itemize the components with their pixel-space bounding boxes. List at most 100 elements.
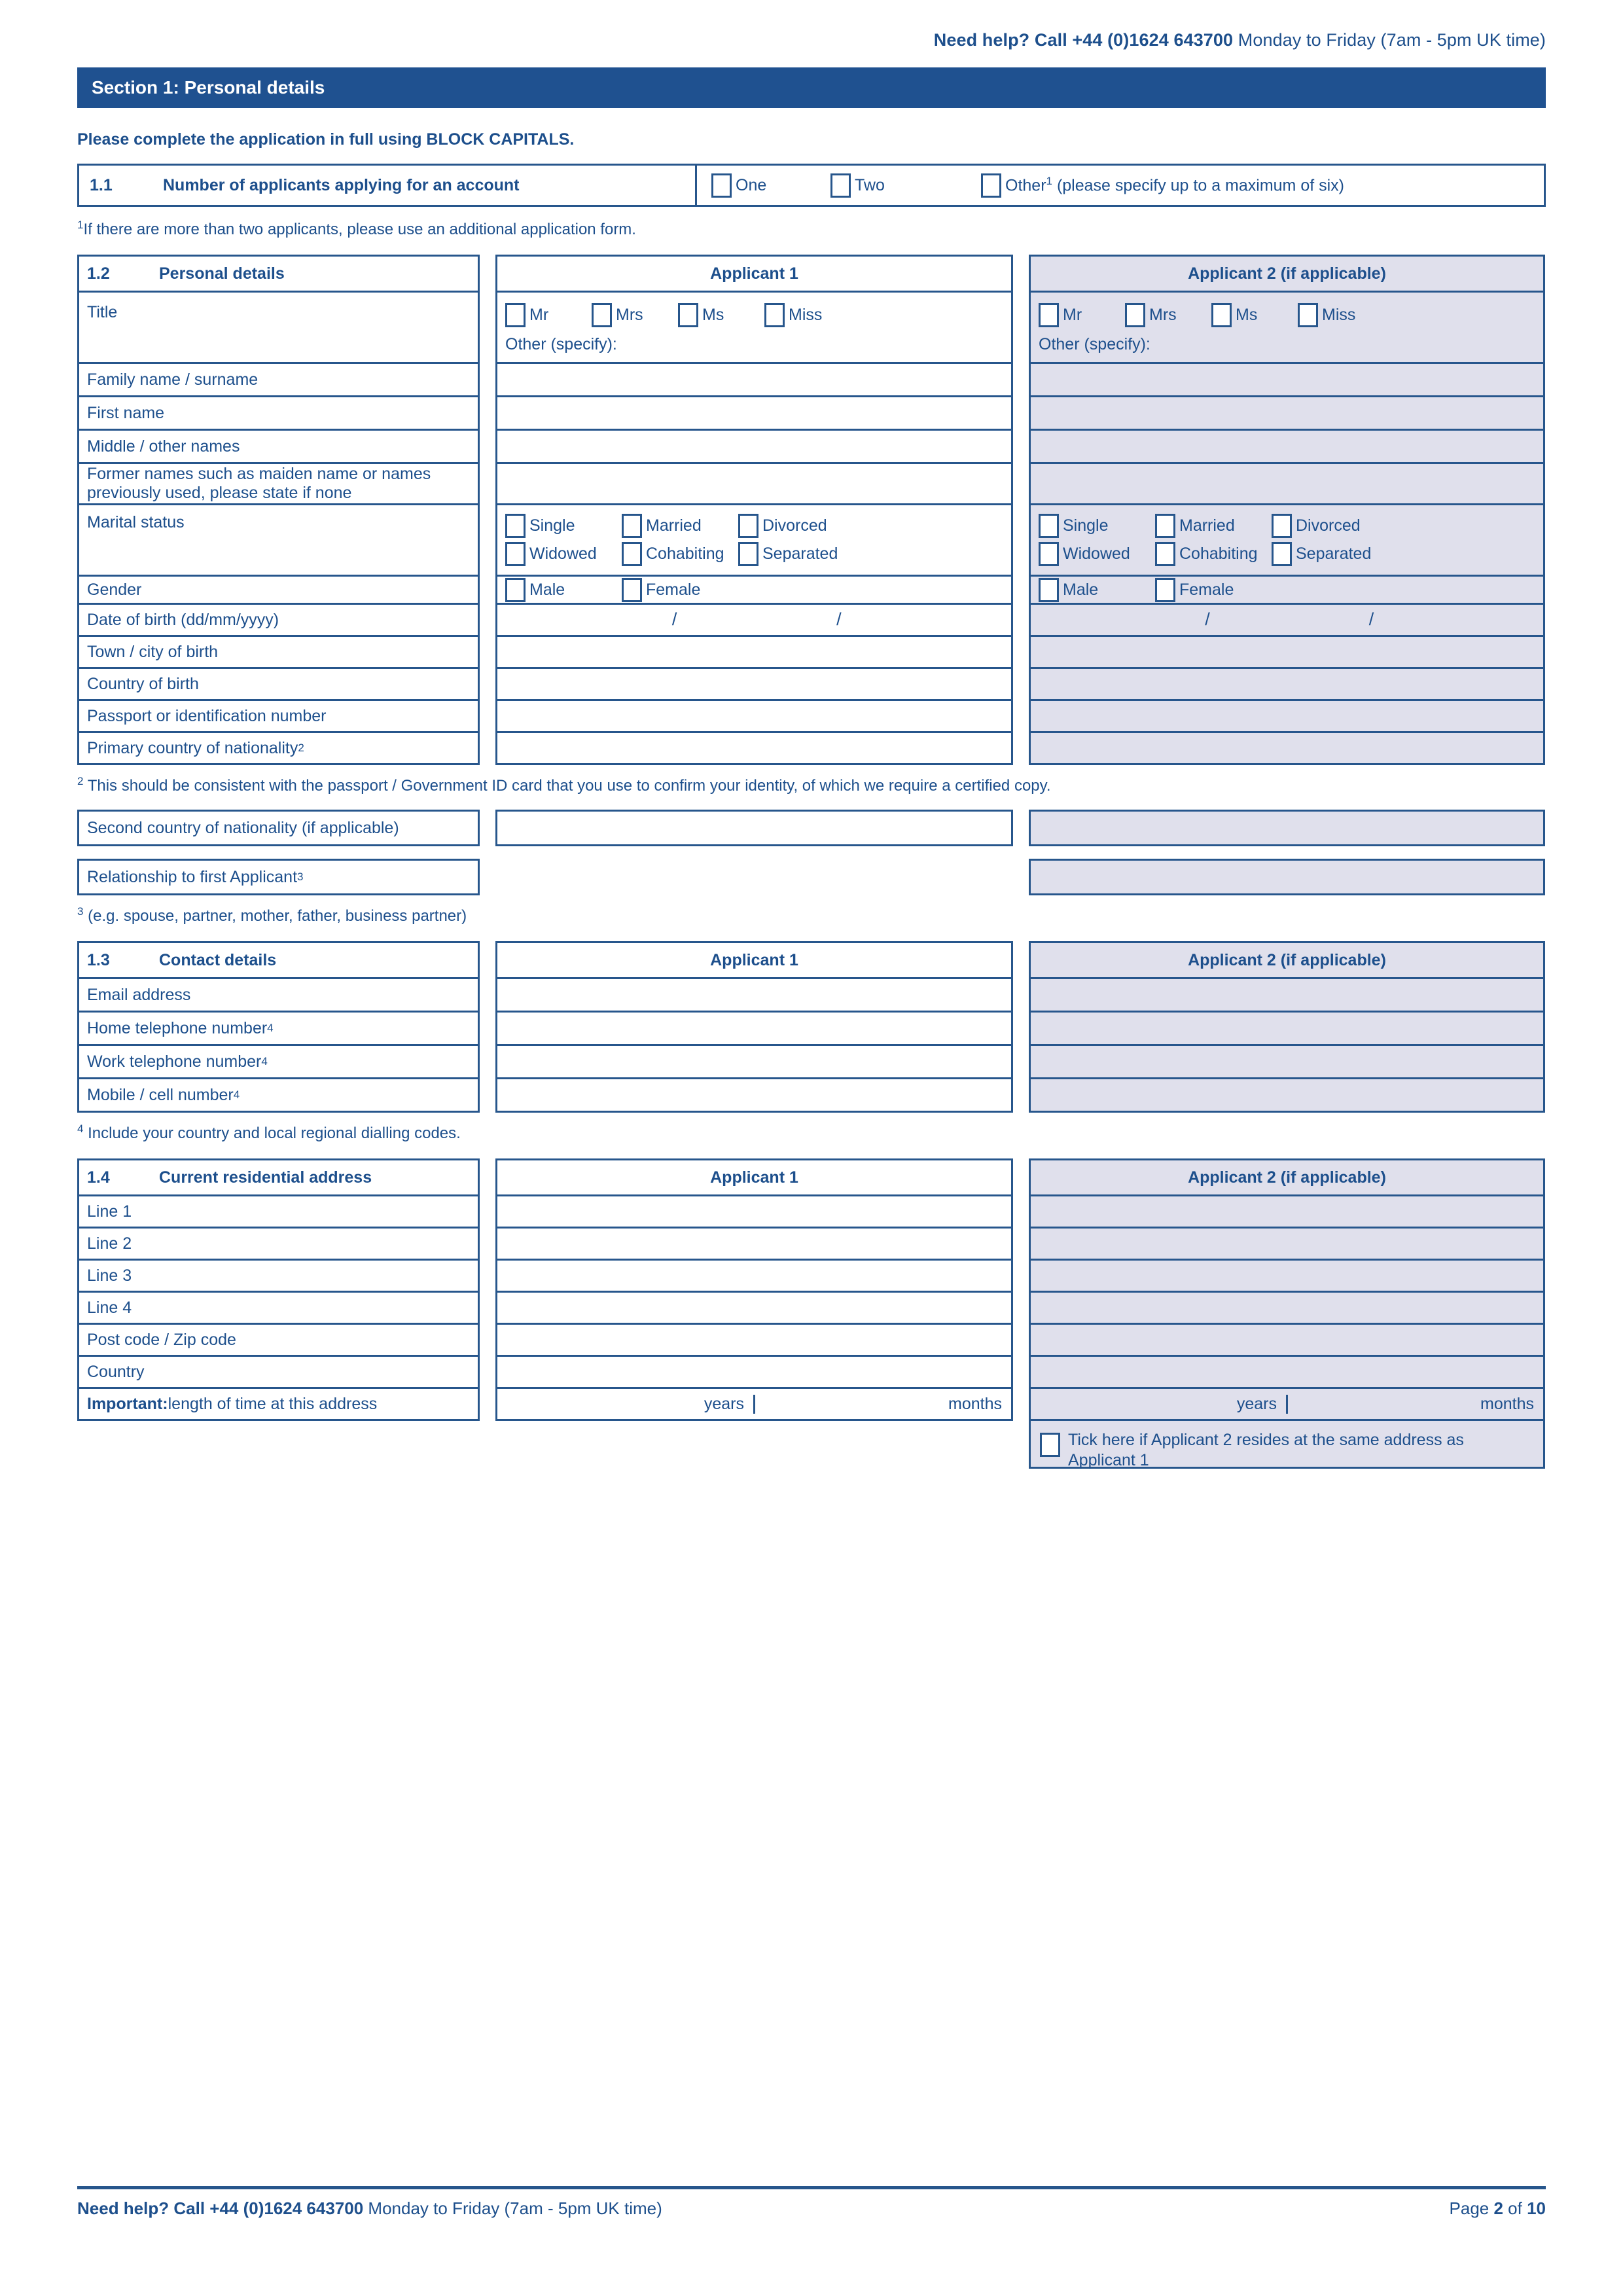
checkbox-icon[interactable]	[738, 542, 758, 566]
row-address-line-4-input-a2[interactable]	[1029, 1291, 1545, 1325]
row-address-line-1-input-a1[interactable]	[495, 1194, 1013, 1229]
checkbox-icon[interactable]	[1211, 303, 1232, 327]
row-country-of-birth-input-a2[interactable]	[1029, 667, 1545, 701]
title-option-mr-a1[interactable]: Mr	[505, 303, 592, 327]
title-other-specify-a2[interactable]: Other (specify):	[1039, 335, 1535, 354]
gender-female-a1[interactable]: Female	[622, 577, 738, 602]
gender-male-a2[interactable]: Male	[1039, 577, 1155, 602]
row-address-line-1-input-a2[interactable]	[1029, 1194, 1545, 1229]
row-post-code-input-a1[interactable]	[495, 1323, 1013, 1357]
checkbox-icon[interactable]	[1298, 303, 1318, 327]
title-option-miss-a1[interactable]: Miss	[764, 303, 851, 327]
marital-widowed-a2[interactable]: Widowed	[1039, 542, 1155, 566]
marital-single-a1[interactable]: Single	[505, 514, 622, 538]
row-country-of-birth-input-a1[interactable]	[495, 667, 1013, 701]
row-address-line-3-input-a2[interactable]	[1029, 1259, 1545, 1293]
marital-widowed-a1[interactable]: Widowed	[505, 542, 622, 566]
checkbox-icon[interactable]	[1155, 577, 1175, 602]
title-other-specify-a1[interactable]: Other (specify):	[505, 335, 1003, 354]
checkbox-icon[interactable]	[1272, 514, 1292, 538]
gender-female-a2[interactable]: Female	[1155, 577, 1272, 602]
checkbox-icon[interactable]	[1272, 542, 1292, 566]
checkbox-icon[interactable]	[981, 173, 1001, 198]
checkbox-icon[interactable]	[622, 577, 642, 602]
checkbox-icon[interactable]	[711, 173, 732, 198]
checkbox-icon[interactable]	[1039, 577, 1059, 602]
row-second-nationality-input-a1[interactable]	[495, 810, 1013, 846]
row-date-of-birth-input-a2[interactable]: / /	[1029, 603, 1545, 637]
applicants-other-option[interactable]: Other1 (please specify up to a maximum o…	[981, 173, 1344, 198]
marital-single-a2[interactable]: Single	[1039, 514, 1155, 538]
checkbox-icon[interactable]	[622, 514, 642, 538]
checkbox-icon[interactable]	[738, 514, 758, 538]
checkbox-icon[interactable]	[622, 542, 642, 566]
marital-divorced-a1[interactable]: Divorced	[738, 514, 855, 538]
length-years-a1[interactable]: years	[497, 1395, 753, 1414]
checkbox-icon[interactable]	[505, 514, 526, 538]
row-family-name-input-a2[interactable]	[1029, 362, 1545, 397]
applicants-one-option[interactable]: One	[711, 173, 830, 198]
checkbox-icon[interactable]	[1155, 542, 1175, 566]
checkbox-icon[interactable]	[764, 303, 785, 327]
row-email-address-input-a2[interactable]	[1029, 977, 1545, 1013]
row-town-of-birth-input-a2[interactable]	[1029, 635, 1545, 669]
title-option-ms-a1[interactable]: Ms	[678, 303, 764, 327]
row-address-line-4-input-a1[interactable]	[495, 1291, 1013, 1325]
row-country-input-a2[interactable]	[1029, 1355, 1545, 1389]
marital-separated-a1[interactable]: Separated	[738, 542, 855, 566]
row-work-telephone-input-a2[interactable]	[1029, 1044, 1545, 1079]
marital-married-a2[interactable]: Married	[1155, 514, 1272, 538]
row-middle-names-input-a2[interactable]	[1029, 429, 1545, 464]
checkbox-icon[interactable]	[592, 303, 612, 327]
row-relationship-input-a2[interactable]	[1029, 859, 1545, 895]
row-country-input-a1[interactable]	[495, 1355, 1013, 1389]
marital-separated-a2[interactable]: Separated	[1272, 542, 1388, 566]
row-address-line-2-input-a1[interactable]	[495, 1227, 1013, 1261]
checkbox-icon[interactable]	[1039, 303, 1059, 327]
applicants-two-option[interactable]: Two	[830, 173, 981, 198]
checkbox-icon[interactable]	[830, 173, 851, 198]
row-date-of-birth-input-a1[interactable]: / /	[495, 603, 1013, 637]
row-former-names-input-a2[interactable]	[1029, 462, 1545, 505]
row-mobile-number-input-a2[interactable]	[1029, 1077, 1545, 1113]
row-home-telephone-input-a2[interactable]	[1029, 1011, 1545, 1046]
length-months-a2[interactable]: months	[1286, 1394, 1543, 1414]
marital-cohabiting-a1[interactable]: Cohabiting	[622, 542, 738, 566]
row-primary-nationality-input-a1[interactable]	[495, 731, 1013, 765]
row-former-names-input-a1[interactable]	[495, 462, 1013, 505]
row-address-line-3-input-a1[interactable]	[495, 1259, 1013, 1293]
row-passport-number-input-a2[interactable]	[1029, 699, 1545, 733]
checkbox-icon[interactable]	[1040, 1433, 1060, 1457]
checkbox-icon[interactable]	[1155, 514, 1175, 538]
marital-married-a1[interactable]: Married	[622, 514, 738, 538]
gender-male-a1[interactable]: Male	[505, 577, 622, 602]
row-first-name-input-a1[interactable]	[495, 395, 1013, 431]
title-option-ms-a2[interactable]: Ms	[1211, 303, 1298, 327]
checkbox-icon[interactable]	[1039, 542, 1059, 566]
checkbox-icon[interactable]	[1125, 303, 1145, 327]
marital-divorced-a2[interactable]: Divorced	[1272, 514, 1388, 538]
row-family-name-input-a1[interactable]	[495, 362, 1013, 397]
title-option-miss-a2[interactable]: Miss	[1298, 303, 1384, 327]
row-work-telephone-input-a1[interactable]	[495, 1044, 1013, 1079]
row-email-address-input-a1[interactable]	[495, 977, 1013, 1013]
same-address-tick-cell[interactable]: Tick here if Applicant 2 resides at the …	[1029, 1419, 1545, 1469]
checkbox-icon[interactable]	[678, 303, 698, 327]
row-post-code-input-a2[interactable]	[1029, 1323, 1545, 1357]
row-home-telephone-input-a1[interactable]	[495, 1011, 1013, 1046]
checkbox-icon[interactable]	[505, 542, 526, 566]
marital-cohabiting-a2[interactable]: Cohabiting	[1155, 542, 1272, 566]
checkbox-icon[interactable]	[505, 577, 526, 602]
row-passport-number-input-a1[interactable]	[495, 699, 1013, 733]
checkbox-icon[interactable]	[505, 303, 526, 327]
checkbox-icon[interactable]	[1039, 514, 1059, 538]
row-second-nationality-input-a2[interactable]	[1029, 810, 1545, 846]
row-primary-nationality-input-a2[interactable]	[1029, 731, 1545, 765]
row-middle-names-input-a1[interactable]	[495, 429, 1013, 464]
length-years-a2[interactable]: years	[1031, 1395, 1286, 1414]
row-first-name-input-a2[interactable]	[1029, 395, 1545, 431]
title-option-mrs-a1[interactable]: Mrs	[592, 303, 678, 327]
row-address-line-2-input-a2[interactable]	[1029, 1227, 1545, 1261]
row-town-of-birth-input-a1[interactable]	[495, 635, 1013, 669]
title-option-mr-a2[interactable]: Mr	[1039, 303, 1125, 327]
